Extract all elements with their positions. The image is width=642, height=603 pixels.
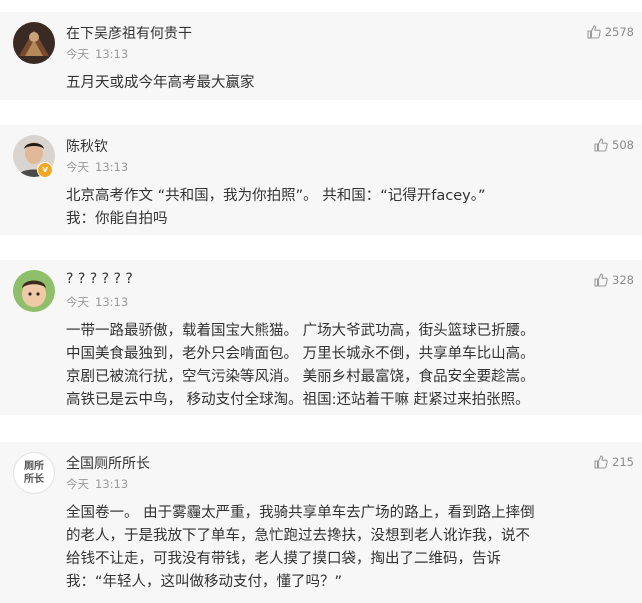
like-button[interactable]: 508 [593, 137, 634, 153]
like-button[interactable]: 2578 [586, 24, 634, 40]
like-count: 508 [612, 138, 634, 152]
comment-timestamp: 今天 13:13 [66, 476, 128, 492]
comment-line: 五月天或成今年高考最大赢家 [66, 75, 255, 91]
avatar[interactable] [13, 270, 55, 312]
comment-card: 厕所 所长 全国厕所所长 今天 13:13 215 全国卷一。 由于雾霾太严重，我… [0, 442, 642, 603]
comment-timestamp: 今天 13:13 [66, 159, 128, 175]
avatar[interactable]: 厕所 所长 [13, 452, 55, 494]
like-button[interactable]: 215 [593, 454, 634, 470]
avatar-text: 所长 [24, 474, 44, 485]
comment-time: 13:13 [95, 477, 129, 491]
comment-time: 13:13 [95, 160, 129, 174]
like-button[interactable]: 328 [593, 272, 634, 288]
comment-card: 在下吴彦祖有何贵干 今天 13:13 2578 五月天或成今年高考最大赢家 [0, 12, 642, 100]
comment-time: 13:13 [95, 295, 129, 309]
comment-username[interactable]: 陈秋钦 [66, 136, 108, 156]
thumbs-up-icon [594, 455, 608, 469]
comment-username[interactable]: 全国厕所所长 [66, 453, 150, 473]
comment-line: 京剧已被流行扰，空气污染等风消。 美丽乡村最富饶，食品安全要趁嵩。 [66, 369, 535, 385]
comment-line: 全国卷一。 由于雾霾太严重，我骑共享单车去广场的路上，看到路上摔倒 [66, 505, 535, 521]
comment-username[interactable]: ? ? ? ? ? ? [66, 271, 133, 287]
comment-body: 五月天或成今年高考最大赢家 [66, 72, 628, 95]
comment-time: 13:13 [95, 47, 129, 61]
comment-line: 高铁已是云中鸟， 移动支付全球淘。祖国:还站着干嘛 赶紧过来拍张照。 [66, 392, 530, 408]
comment-date: 今天 [66, 160, 89, 174]
comment-username[interactable]: 在下吴彦祖有何贵干 [66, 23, 192, 43]
comment-line: 给钱不让走，可我没有带钱，老人摸了摸口袋，掏出了二维码，告诉 [66, 551, 501, 567]
comment-body: 一带一路最骄傲，载着国宝大熊猫。 广场大爷武功高，街头篮球已折腰。 中国美食最独… [66, 320, 628, 412]
comment-line: 中国美食最独到，老外只会啃面包。 万里长城永不倒，共享单车比山高。 [66, 346, 535, 362]
thumbs-up-icon [594, 273, 608, 287]
comment-date: 今天 [66, 477, 89, 491]
like-count: 328 [612, 273, 634, 287]
comment-line: 的老人，于是我放下了单车，急忙跑过去搀扶，没想到老人讹诈我，说不 [66, 528, 530, 544]
comment-card: ? ? ? ? ? ? 今天 13:13 328 一带一路最骄傲，载着国宝大熊猫。… [0, 260, 642, 415]
comment-line: 我：你能自拍吗 [66, 211, 168, 227]
comment-line: 我：“年轻人，这叫做移动支付，懂了吗？” [66, 574, 343, 590]
like-count: 215 [612, 455, 634, 469]
comment-timestamp: 今天 13:13 [66, 294, 128, 310]
comment-line: 北京高考作文 “共和国，我为你拍照”。 共和国：“记得开facey。” [66, 188, 486, 204]
comment-date: 今天 [66, 295, 89, 309]
avatar-text: 厕所 [24, 461, 44, 472]
comment-line: 一带一路最骄傲，载着国宝大熊猫。 广场大爷武功高，街头篮球已折腰。 [66, 323, 535, 339]
comment-body: 北京高考作文 “共和国，我为你拍照”。 共和国：“记得开facey。” 我：你能… [66, 185, 628, 231]
like-count: 2578 [604, 25, 634, 39]
avatar[interactable] [13, 22, 55, 64]
comment-card: v 陈秋钦 今天 13:13 508 北京高考作文 “共和国，我为你拍照”。 共和… [0, 125, 642, 235]
comment-body: 全国卷一。 由于雾霾太严重，我骑共享单车去广场的路上，看到路上摔倒 的老人，于是… [66, 502, 628, 594]
thumbs-up-icon [594, 138, 608, 152]
comment-timestamp: 今天 13:13 [66, 46, 128, 62]
verified-badge: v [37, 162, 53, 178]
comment-date: 今天 [66, 47, 89, 61]
thumbs-up-icon [587, 25, 601, 39]
